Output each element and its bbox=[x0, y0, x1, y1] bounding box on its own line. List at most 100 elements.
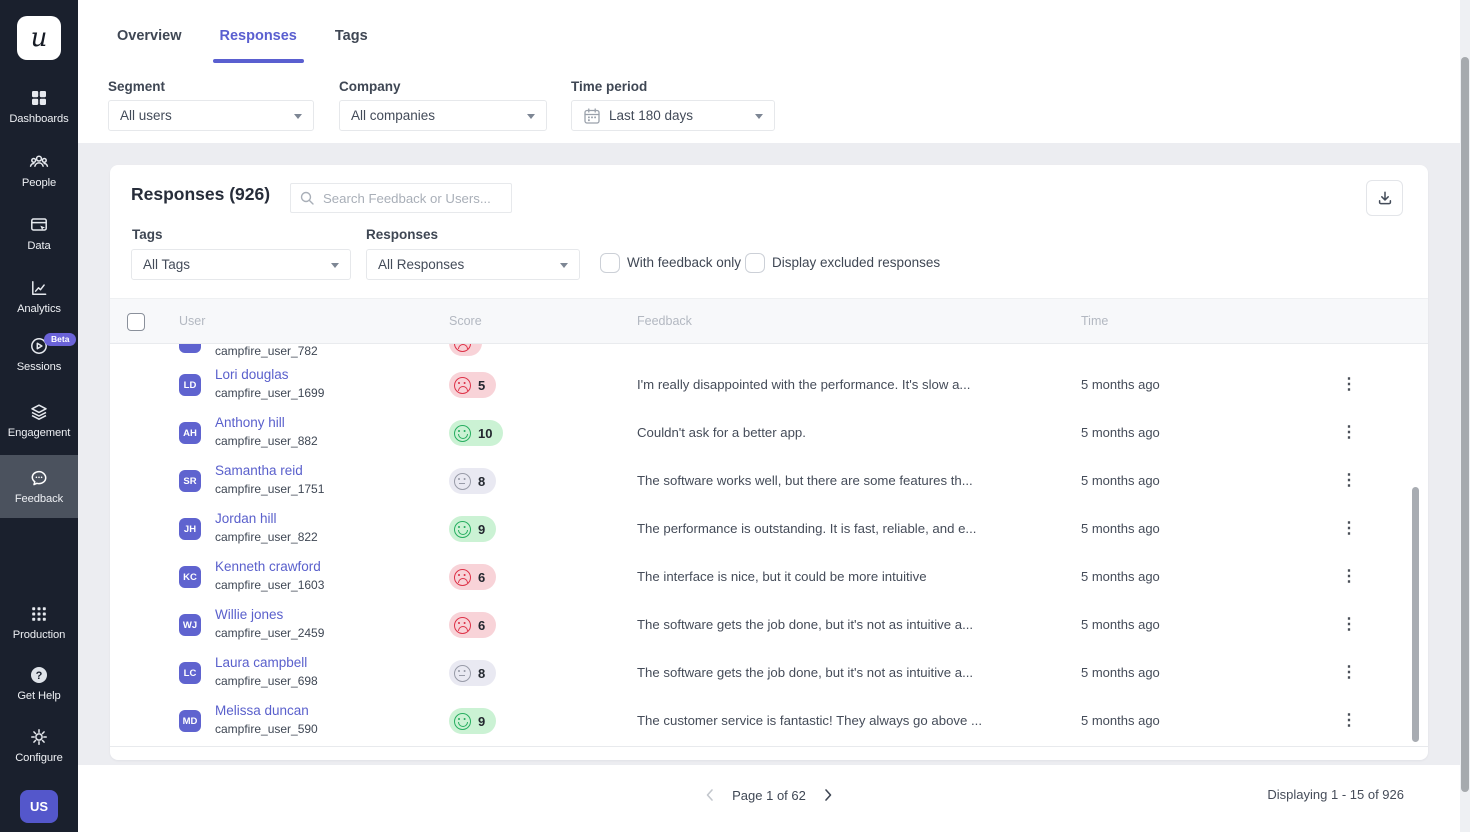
previous-page-button[interactable] bbox=[701, 786, 719, 804]
avatar: SR bbox=[179, 470, 201, 492]
page-scrollbar[interactable] bbox=[1460, 0, 1470, 832]
sidebar-item-analytics[interactable]: Analytics bbox=[0, 278, 78, 315]
responses-dropdown[interactable]: All Responses bbox=[366, 249, 580, 280]
sidebar-item-label: Sessions bbox=[17, 361, 62, 373]
row-menu-button[interactable]: ⋮ bbox=[1338, 505, 1360, 553]
user-name-link[interactable]: Anthony hill bbox=[215, 415, 285, 430]
row-menu-button[interactable]: ⋮ bbox=[1338, 361, 1360, 409]
page-scrollbar-thumb[interactable] bbox=[1461, 57, 1469, 792]
row-menu-button[interactable]: ⋮ bbox=[1338, 457, 1360, 505]
company-dropdown[interactable]: All companies bbox=[339, 100, 547, 131]
table-row: KC Kenneth crawford campfire_user_1603 6… bbox=[110, 553, 1428, 601]
responses-dropdown-value: All Responses bbox=[378, 257, 464, 272]
with-feedback-only-checkbox[interactable] bbox=[600, 253, 620, 273]
time-text: 5 months ago bbox=[1081, 553, 1160, 601]
tab-responses[interactable]: Responses bbox=[220, 20, 297, 63]
column-header-time: Time bbox=[1081, 314, 1108, 328]
dashboards-icon bbox=[28, 88, 50, 108]
sad-face-icon bbox=[454, 344, 471, 352]
pagination-controls: Page 1 of 62 bbox=[110, 780, 1428, 810]
display-excluded-checkbox[interactable] bbox=[745, 253, 765, 273]
table-row: JH Jordan hill campfire_user_822 9 The p… bbox=[110, 505, 1428, 553]
select-all-checkbox[interactable] bbox=[127, 313, 145, 331]
analytics-icon bbox=[28, 278, 50, 298]
app-logo[interactable]: u bbox=[17, 16, 61, 60]
happy-face-icon bbox=[454, 521, 471, 538]
tags-dropdown[interactable]: All Tags bbox=[131, 249, 351, 280]
people-icon bbox=[28, 152, 50, 172]
avatar: MD bbox=[179, 710, 201, 732]
responses-card: Responses (926) Tags Responses All Tags … bbox=[110, 165, 1428, 760]
row-menu-button[interactable]: ⋮ bbox=[1338, 649, 1360, 697]
sidebar-item-dashboards[interactable]: Dashboards bbox=[0, 88, 78, 125]
feedback-text: The performance is outstanding. It is fa… bbox=[637, 505, 976, 553]
table-row: LC Laura campbell campfire_user_698 8 Th… bbox=[110, 649, 1428, 697]
card-title: Responses (926) bbox=[131, 184, 270, 205]
pagination: Page 1 of 62 Displaying 1 - 15 of 926 bbox=[110, 780, 1428, 810]
user-id: campfire_user_1751 bbox=[215, 482, 324, 496]
table-row-partial: campfire_user_782 ⋮ bbox=[110, 344, 1428, 361]
time-text: 5 months ago bbox=[1081, 505, 1160, 553]
time-period-dropdown-value: Last 180 days bbox=[609, 108, 693, 123]
tab-tags[interactable]: Tags bbox=[335, 20, 368, 63]
download-icon bbox=[1377, 190, 1393, 206]
row-menu-button[interactable]: ⋮ bbox=[1338, 553, 1360, 601]
sidebar-item-label: Feedback bbox=[15, 493, 63, 505]
with-feedback-only-label: With feedback only bbox=[627, 255, 741, 270]
table-header: User Score Feedback Time bbox=[110, 298, 1428, 344]
table-body: campfire_user_782 ⋮ LD Lori douglas camp… bbox=[110, 344, 1428, 747]
sidebar-item-configure[interactable]: Configure bbox=[0, 727, 78, 764]
score-value: 8 bbox=[478, 666, 485, 681]
user-name-link[interactable]: Melissa duncan bbox=[215, 703, 309, 718]
user-name-link[interactable]: Willie jones bbox=[215, 607, 283, 622]
user-name-link[interactable]: Samantha reid bbox=[215, 463, 303, 478]
avatar: LD bbox=[179, 374, 201, 396]
displaying-count: Displaying 1 - 15 of 926 bbox=[1267, 780, 1404, 810]
table-row: MD Melissa duncan campfire_user_590 9 Th… bbox=[110, 697, 1428, 745]
score-value: 9 bbox=[478, 714, 485, 729]
row-menu-button[interactable]: ⋮ bbox=[1338, 344, 1360, 355]
sidebar-item-sessions[interactable]: Beta Sessions bbox=[0, 336, 78, 373]
sidebar-item-engagement[interactable]: Engagement bbox=[0, 402, 78, 439]
time-text: 5 months ago bbox=[1081, 697, 1160, 745]
score-value: 10 bbox=[478, 426, 492, 441]
row-menu-button[interactable]: ⋮ bbox=[1338, 409, 1360, 457]
sidebar-item-data[interactable]: Data bbox=[0, 215, 78, 252]
next-page-button[interactable] bbox=[819, 786, 837, 804]
segment-dropdown[interactable]: All users bbox=[108, 100, 314, 131]
table-scrollbar-thumb[interactable] bbox=[1412, 487, 1419, 742]
column-header-score: Score bbox=[449, 314, 482, 328]
time-text: 5 months ago bbox=[1081, 649, 1160, 697]
user-id: campfire_user_822 bbox=[215, 530, 318, 544]
user-avatar[interactable]: US bbox=[20, 790, 58, 823]
score-badge bbox=[449, 344, 482, 356]
sidebar-item-production[interactable]: Production bbox=[0, 604, 78, 641]
row-menu-button[interactable]: ⋮ bbox=[1338, 697, 1360, 745]
sidebar-item-feedback[interactable]: Feedback bbox=[0, 455, 78, 518]
time-period-dropdown[interactable]: Last 180 days bbox=[571, 100, 775, 131]
user-name-link[interactable]: Laura campbell bbox=[215, 655, 307, 670]
search-input[interactable] bbox=[290, 183, 512, 213]
page-indicator: Page 1 of 62 bbox=[732, 788, 806, 803]
tab-overview[interactable]: Overview bbox=[117, 20, 182, 63]
download-button[interactable] bbox=[1366, 180, 1403, 216]
neutral-face-icon bbox=[454, 473, 471, 490]
user-name-link[interactable]: Lori douglas bbox=[215, 367, 289, 382]
svg-text:?: ? bbox=[36, 670, 43, 682]
time-period-filter-label: Time period bbox=[571, 79, 647, 94]
user-id: campfire_user_1603 bbox=[215, 578, 324, 592]
search-icon bbox=[299, 190, 315, 206]
sessions-icon: Beta bbox=[28, 336, 50, 356]
row-menu-button[interactable]: ⋮ bbox=[1338, 601, 1360, 649]
sidebar-item-people[interactable]: People bbox=[0, 152, 78, 189]
feedback-text: The customer service is fantastic! They … bbox=[637, 697, 982, 745]
user-name-link[interactable]: Kenneth crawford bbox=[215, 559, 321, 574]
sidebar-item-get-help[interactable]: ? Get Help bbox=[0, 665, 78, 702]
time-text: 5 months ago bbox=[1081, 409, 1160, 457]
user-name-link[interactable]: Jordan hill bbox=[215, 511, 277, 526]
score-badge: 5 bbox=[449, 372, 496, 398]
user-id: campfire_user_1699 bbox=[215, 386, 324, 400]
avatar: WJ bbox=[179, 614, 201, 636]
engagement-icon bbox=[28, 402, 50, 422]
app-logo-letter: u bbox=[31, 25, 48, 51]
